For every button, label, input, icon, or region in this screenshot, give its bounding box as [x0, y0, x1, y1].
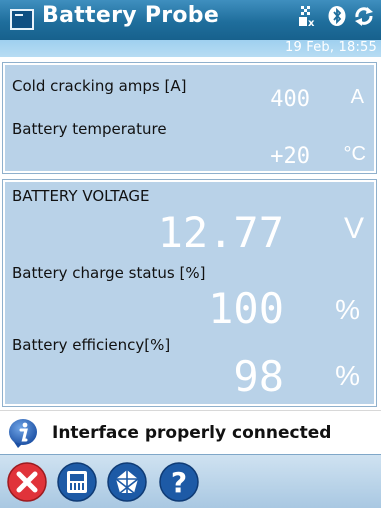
charge-status-value: 100 — [208, 284, 284, 333]
status-message: Interface properly connected — [52, 423, 332, 443]
title-bar: Battery Probe x — [0, 0, 381, 40]
status-icons: x — [297, 5, 375, 27]
cold-cranking-amps-value: 400 — [270, 87, 310, 112]
datetime-text: 19 Feb, 18:55 — [284, 40, 377, 55]
measurement-panel-top: Cold cracking amps [A] 400 A Battery tem… — [3, 63, 376, 173]
cold-cranking-amps-label: Cold cracking amps [A] — [12, 77, 187, 95]
charge-status-unit: % — [335, 294, 360, 325]
app-logo-icon[interactable] — [10, 9, 34, 30]
battery-voltage-unit: V — [343, 212, 364, 245]
app-title: Battery Probe — [42, 3, 220, 28]
battery-voltage-value: 12.77 — [157, 208, 284, 257]
battery-temperature-unit: °C — [343, 143, 366, 165]
close-icon[interactable] — [6, 461, 48, 503]
charge-status-label: Battery charge status [%] — [12, 264, 206, 282]
network-icon[interactable] — [106, 461, 148, 503]
efficiency-label: Battery efficiency[%] — [12, 336, 171, 354]
date-bar: 19 Feb, 18:55 — [0, 40, 381, 57]
battery-temperature-label: Battery temperature — [12, 120, 167, 138]
help-icon[interactable]: ? — [158, 461, 200, 503]
info-icon — [9, 419, 37, 448]
connectivity-x-icon[interactable]: x — [297, 5, 321, 27]
efficiency-value: 98 — [233, 352, 284, 401]
bluetooth-icon[interactable] — [327, 5, 347, 27]
status-bar: Interface properly connected — [0, 410, 381, 455]
measurement-panel-main: BATTERY VOLTAGE 12.77 V Battery charge s… — [3, 180, 376, 406]
svg-text:?: ? — [171, 466, 187, 499]
cold-cranking-amps-unit: A — [350, 86, 364, 108]
bottom-toolbar: ? — [0, 454, 381, 508]
efficiency-unit: % — [335, 360, 360, 391]
svg-text:x: x — [308, 18, 315, 27]
sync-arrows-icon[interactable] — [353, 5, 375, 27]
battery-temperature-value: +20 — [270, 144, 310, 169]
battery-voltage-heading: BATTERY VOLTAGE — [12, 187, 150, 205]
battery-module-icon[interactable] — [56, 461, 98, 503]
